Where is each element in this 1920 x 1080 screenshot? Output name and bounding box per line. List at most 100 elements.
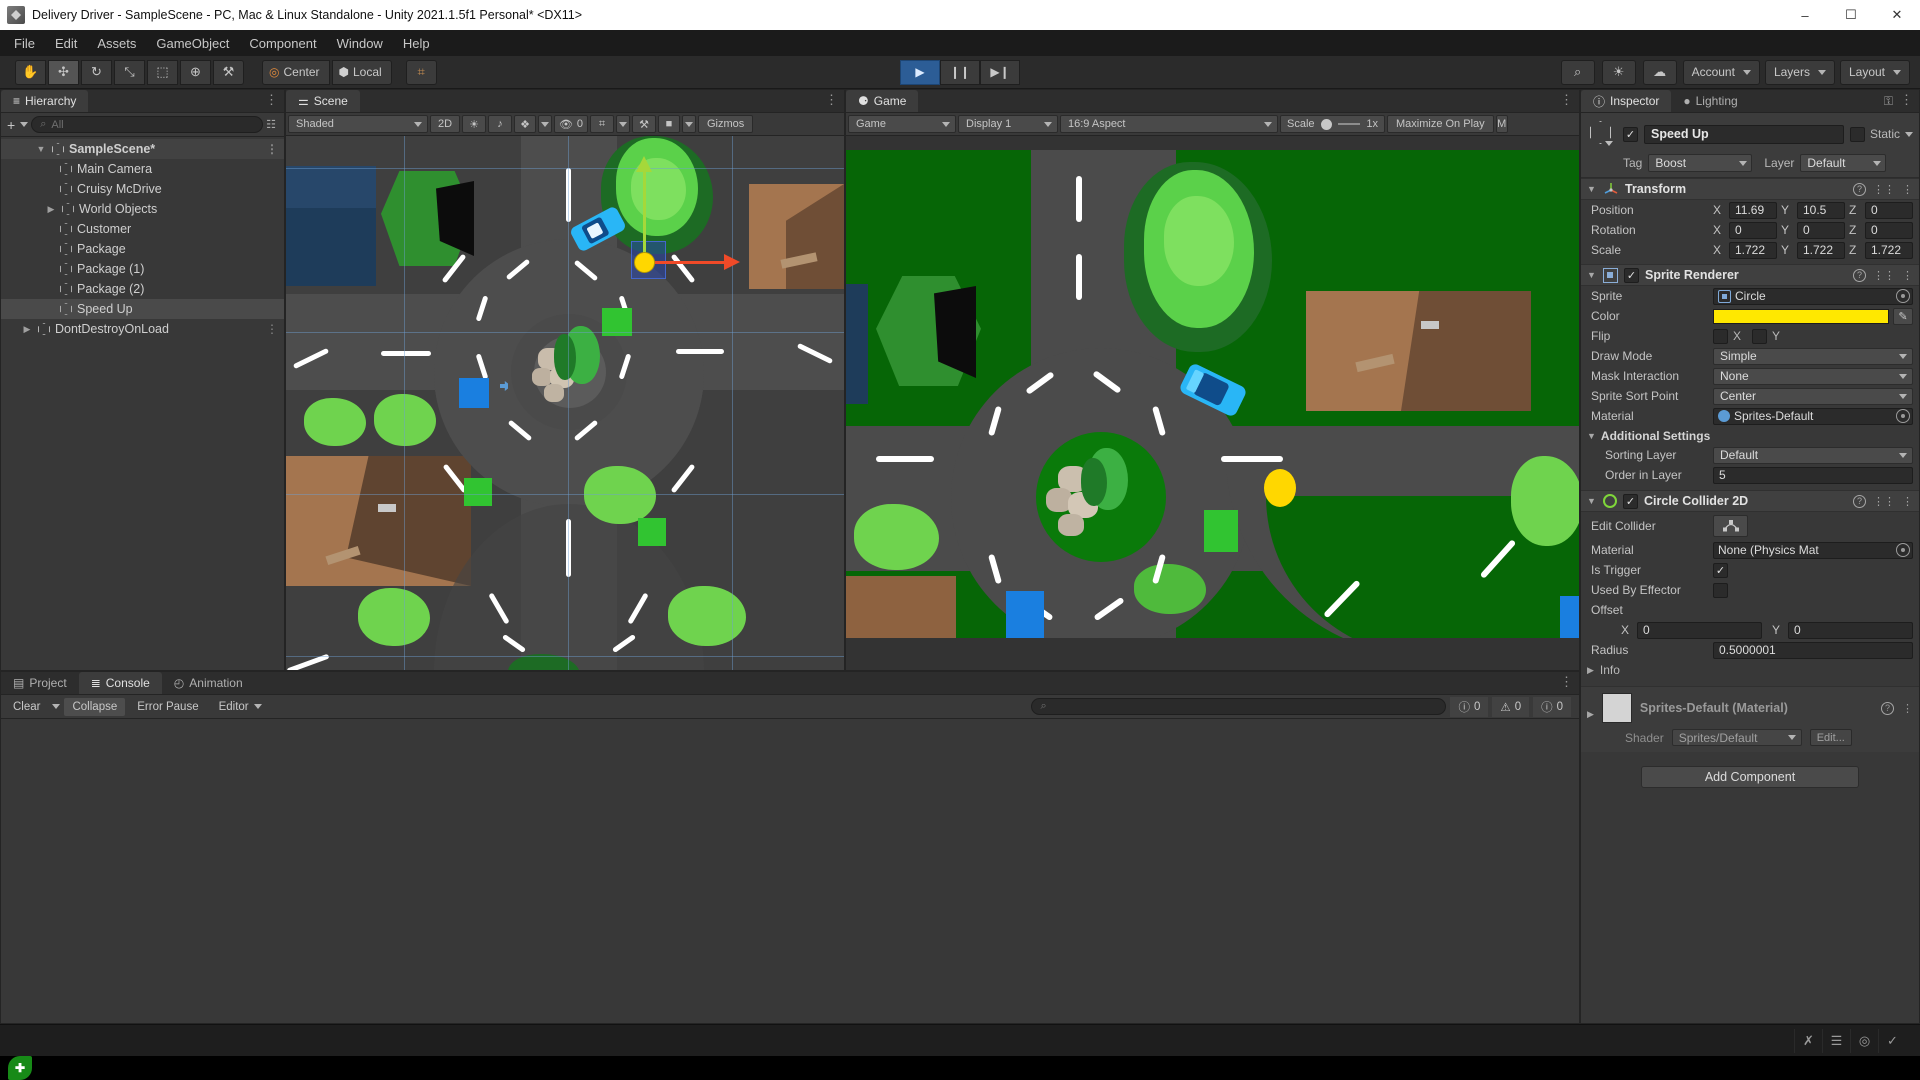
used-by-effector-checkbox[interactable]: [1713, 582, 1728, 598]
eyedropper-icon[interactable]: ✎: [1893, 307, 1913, 325]
menu-gameobject[interactable]: GameObject: [146, 33, 239, 54]
scale-x-input[interactable]: 1.722: [1729, 241, 1777, 259]
camera-chevron-down-icon[interactable]: [682, 115, 696, 133]
scene-fx-icon[interactable]: ❖: [514, 115, 536, 133]
maximize-button[interactable]: ☐: [1828, 0, 1874, 30]
pause-button[interactable]: ❙❙: [940, 59, 980, 85]
scene-visibility-icon[interactable]: 👁 0: [554, 115, 588, 133]
services-icon[interactable]: ☀: [1601, 59, 1636, 85]
scale-tool-icon[interactable]: ⤡: [114, 59, 145, 85]
chevron-down-icon[interactable]: ▼: [1587, 496, 1597, 506]
layout-dropdown[interactable]: Layout: [1839, 59, 1910, 85]
scene-package-blue[interactable]: [459, 378, 489, 408]
scene-viewport[interactable]: [286, 136, 844, 670]
flip-x-checkbox[interactable]: [1713, 328, 1728, 344]
layers-icon[interactable]: ☰: [1822, 1028, 1850, 1053]
component-header-circle-collider-2d[interactable]: ▼ ✓ Circle Collider 2D ? ⋮⋮ ⋮: [1581, 490, 1919, 512]
search-icon[interactable]: ⌕: [1560, 59, 1595, 85]
mask-interaction-dropdown[interactable]: None: [1713, 367, 1913, 385]
preset-icon[interactable]: ⋮⋮: [1873, 183, 1895, 196]
order-in-layer-input[interactable]: 5: [1713, 466, 1913, 484]
game-viewport[interactable]: [846, 136, 1579, 670]
scene-menu-icon[interactable]: ⋮: [266, 322, 278, 336]
cloud-icon[interactable]: ☁: [1642, 59, 1677, 85]
hand-tool-icon[interactable]: ✋: [15, 59, 46, 85]
maximize-on-play-button[interactable]: Maximize On Play: [1387, 115, 1494, 133]
tab-scene[interactable]: ⚌ Scene: [286, 90, 360, 112]
position-y-input[interactable]: 10.5: [1797, 201, 1845, 219]
menu-edit[interactable]: Edit: [45, 33, 87, 54]
layer-dropdown[interactable]: Default: [1800, 154, 1887, 172]
tab-hierarchy[interactable]: ≡ Hierarchy: [1, 90, 89, 112]
color-swatch[interactable]: [1713, 308, 1889, 324]
shader-edit-button[interactable]: Edit...: [1809, 729, 1852, 746]
account-dropdown[interactable]: Account: [1682, 59, 1760, 85]
rotation-z-input[interactable]: 0: [1865, 221, 1913, 239]
radius-input[interactable]: 0.5000001: [1713, 641, 1913, 659]
scale-z-input[interactable]: 1.722: [1865, 241, 1913, 259]
mute-audio-button[interactable]: M: [1495, 115, 1508, 133]
grid-snap-icon[interactable]: ⌗: [405, 59, 437, 85]
debug-bug-icon[interactable]: ✗: [1794, 1028, 1822, 1053]
additional-settings-foldout[interactable]: ▼ Additional Settings: [1581, 426, 1919, 445]
error-count-badge[interactable]: ⓘ 0: [1533, 696, 1571, 717]
hierarchy-search-input[interactable]: ⌕ All: [31, 116, 264, 133]
create-object-button[interactable]: +: [5, 117, 17, 133]
error-pause-button[interactable]: Error Pause: [129, 698, 206, 716]
hierarchy-item-cruisy-mcdrive[interactable]: Cruisy McDrive: [1, 179, 284, 199]
gameobject-name-input[interactable]: Speed Up: [1644, 124, 1844, 144]
aspect-dropdown[interactable]: 16:9 Aspect: [1060, 115, 1278, 133]
scene-camera-icon[interactable]: ■: [658, 115, 680, 133]
rect-tool-icon[interactable]: ⬚: [147, 59, 178, 85]
material-menu-icon[interactable]: ⋮: [1902, 702, 1913, 715]
hierarchy-filter-icon[interactable]: ☷: [266, 118, 280, 131]
preset-icon[interactable]: ⋮⋮: [1873, 269, 1895, 282]
chevron-right-icon[interactable]: ▶: [21, 324, 33, 335]
hierarchy-item-speed-up[interactable]: Speed Up: [1, 299, 284, 319]
display-dropdown[interactable]: Display 1: [958, 115, 1058, 133]
hierarchy-item-main-camera[interactable]: Main Camera: [1, 159, 284, 179]
offset-y-input[interactable]: 0: [1788, 621, 1913, 639]
game-target-dropdown[interactable]: Game: [848, 115, 956, 133]
menu-component[interactable]: Component: [239, 33, 326, 54]
scale-slider[interactable]: Scale 1x: [1280, 115, 1385, 133]
scene-tools-icon[interactable]: ⚒: [632, 115, 656, 133]
step-button[interactable]: ▶❙: [980, 59, 1020, 85]
scene-lighting-icon[interactable]: ☀: [462, 115, 486, 133]
warning-count-badge[interactable]: ⚠ 0: [1492, 696, 1530, 717]
static-checkbox[interactable]: [1849, 126, 1865, 142]
hierarchy-item-package-1[interactable]: Package (1): [1, 259, 284, 279]
info-foldout-row[interactable]: ▶ Info: [1581, 660, 1919, 680]
tab-animation[interactable]: ◴ Animation: [162, 672, 255, 694]
hierarchy-menu-icon[interactable]: ⋮: [265, 93, 278, 107]
shading-mode-dropdown[interactable]: Shaded: [288, 115, 428, 133]
chevron-down-icon[interactable]: ▼: [1587, 270, 1597, 280]
object-picker-icon[interactable]: [1896, 289, 1910, 303]
clear-chevron-down-icon[interactable]: [52, 704, 61, 709]
circle-collider-enabled-checkbox[interactable]: ✓: [1623, 493, 1638, 509]
add-component-button[interactable]: Add Component: [1641, 766, 1859, 788]
hierarchy-item-package-2[interactable]: Package (2): [1, 279, 284, 299]
gizmo-x-arrow[interactable]: [724, 254, 740, 270]
sprite-object-field[interactable]: Circle: [1713, 287, 1913, 305]
scale-slider-handle[interactable]: [1320, 118, 1332, 130]
collapse-button[interactable]: Collapse: [64, 697, 126, 716]
gizmo-y-arrow[interactable]: [636, 156, 652, 172]
component-menu-icon[interactable]: ⋮: [1902, 269, 1913, 282]
console-search-input[interactable]: ⌕: [1031, 698, 1447, 715]
gizmo-x-axis[interactable]: [644, 261, 729, 264]
grid-chevron-down-icon[interactable]: [616, 115, 630, 133]
game-menu-icon[interactable]: ⋮: [1560, 93, 1573, 107]
help-icon[interactable]: ?: [1853, 494, 1866, 508]
menu-assets[interactable]: Assets: [87, 33, 146, 54]
minimize-button[interactable]: –: [1782, 0, 1828, 30]
play-button[interactable]: ▶: [900, 59, 940, 85]
pivot-rotation-button[interactable]: ⬢ Local: [331, 59, 392, 85]
material-object-field[interactable]: Sprites-Default: [1713, 407, 1913, 425]
sprite-renderer-enabled-checkbox[interactable]: ✓: [1624, 267, 1639, 283]
layers-dropdown[interactable]: Layers: [1764, 59, 1835, 85]
move-tool-icon[interactable]: ✣: [48, 59, 79, 85]
help-icon[interactable]: ?: [1881, 701, 1894, 715]
console-menu-icon[interactable]: ⋮: [1560, 675, 1573, 689]
hierarchy-item-customer[interactable]: Customer: [1, 219, 284, 239]
